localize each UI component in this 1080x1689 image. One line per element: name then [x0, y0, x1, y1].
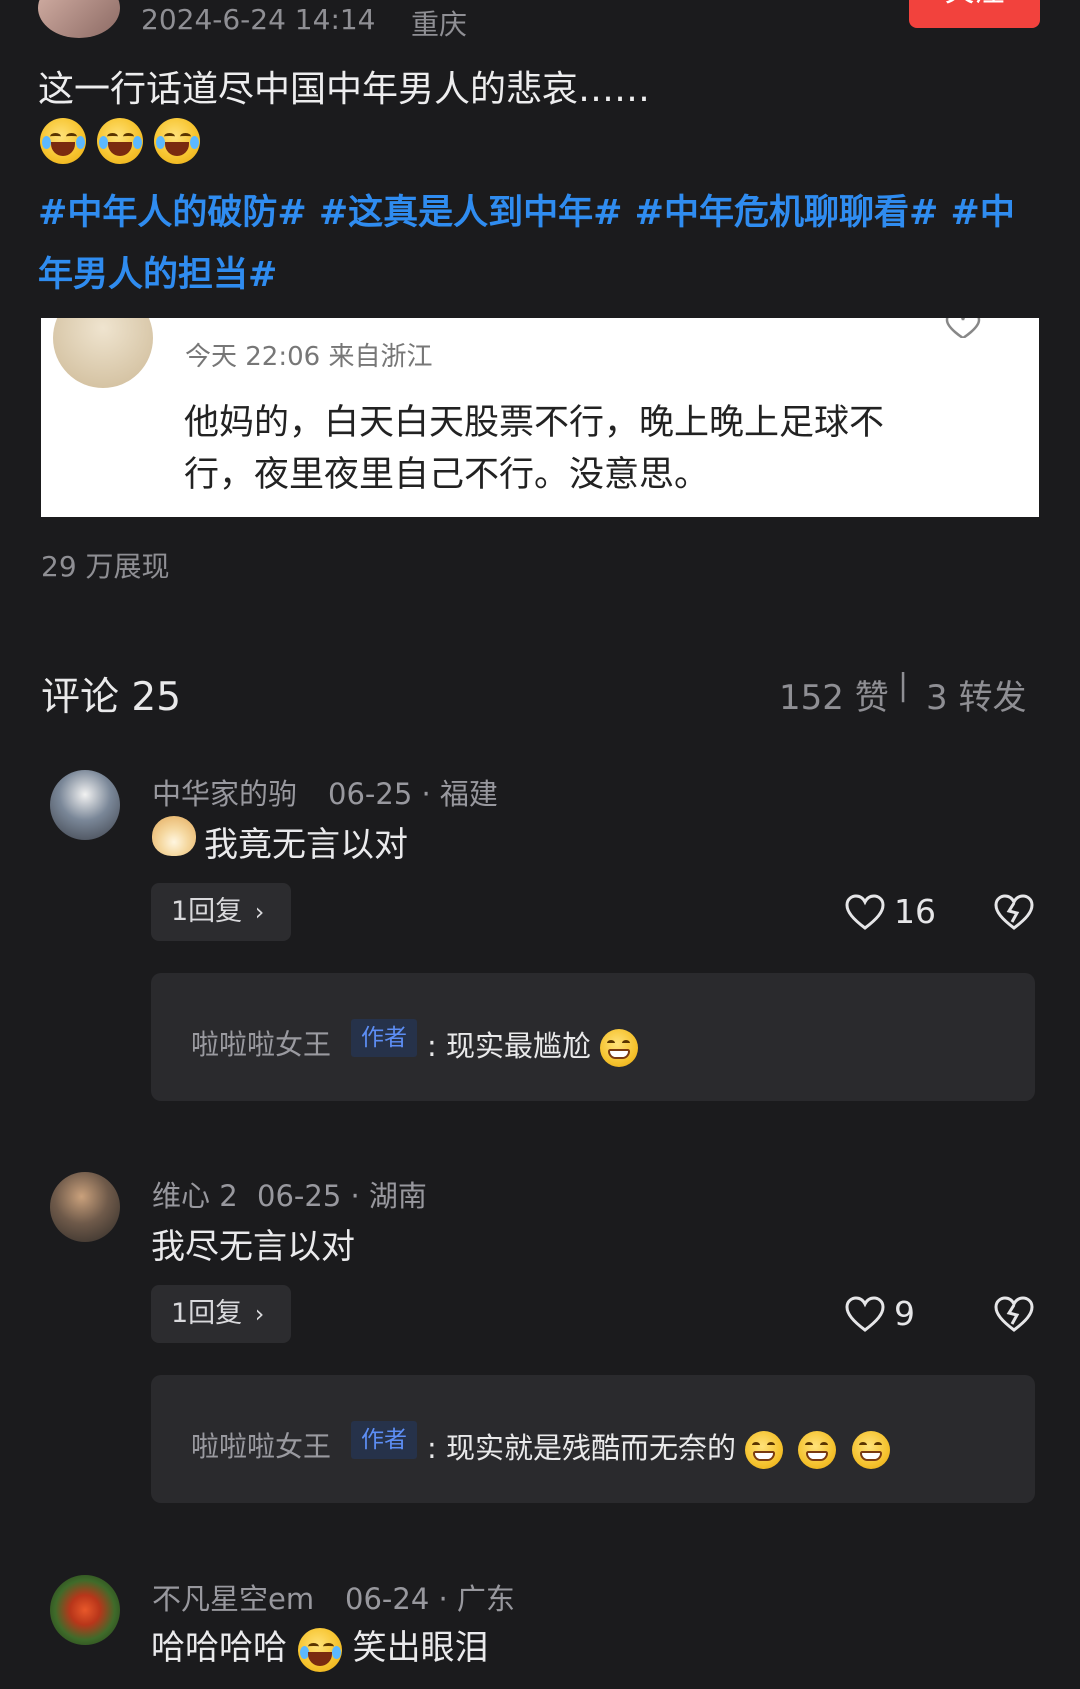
post-location: 重庆 [411, 8, 468, 41]
comment-meta: 06-25 · 福建 [328, 777, 498, 811]
reply-card[interactable]: 啦啦啦女王 作者 : 现实就是残酷而无奈的 [151, 1375, 1035, 1503]
view-replies-button[interactable]: 1回复 › [151, 883, 291, 941]
reply-text-content: : 现实最尴尬 [427, 1029, 591, 1063]
comment-text: 我尽无言以对 [151, 1227, 355, 1267]
follow-button[interactable]: 关注 [909, 0, 1040, 28]
laugh-cry-emoji-icon [40, 118, 86, 164]
post-timestamp: 2024-6-24 14:14 [141, 3, 376, 36]
reply-text-content: : 现实就是残酷而无奈的 [427, 1431, 736, 1465]
likes-total: 152 赞 [779, 678, 889, 718]
impressions-count: 29 万展现 [41, 550, 170, 583]
embedded-line-1: 他妈的，白天白天股票不行，晚上晚上足球不 [184, 403, 885, 443]
commenter-name[interactable]: 维心 2 [152, 1173, 238, 1215]
commenter-avatar[interactable] [50, 1172, 120, 1242]
shares-total[interactable]: 3 转发 [926, 670, 1026, 719]
comment-text: 哈哈哈哈 笑出眼泪 [151, 1620, 489, 1672]
grin-emoji-icon [600, 1029, 639, 1067]
view-replies-button[interactable]: 1回复 › [151, 1285, 291, 1343]
like-count: 9 [894, 1294, 915, 1333]
replies-count: 1回复 [171, 1298, 243, 1329]
reply-card[interactable]: 啦啦啦女王 作者 : 现实最尴尬 [151, 973, 1035, 1101]
laugh-cry-emoji-icon [297, 1627, 342, 1672]
chevron-right-icon: › [254, 1300, 265, 1328]
header-separator: | [898, 668, 909, 703]
embedded-heart-icon [945, 318, 981, 338]
embedded-meta: 今天 22:06 来自浙江 [185, 342, 433, 372]
reply-user[interactable]: 啦啦啦女王 [191, 1425, 331, 1465]
replies-count: 1回复 [171, 896, 243, 927]
embedded-line-2: 行，夜里夜里自己不行。没意思。 [184, 455, 710, 495]
comment-text-part-1: 哈哈哈哈 [151, 1628, 287, 1668]
laugh-cry-emoji-icon [97, 118, 144, 164]
embedded-avatar [53, 318, 153, 388]
commenter-name[interactable]: 中华家的驹 [152, 771, 297, 813]
reply-user[interactable]: 啦啦啦女王 [191, 1023, 331, 1063]
broken-heart-icon[interactable] [994, 1296, 1034, 1332]
embedded-screenshot[interactable]: 今天 22:06 来自浙江 他妈的，白天白天股票不行，晚上晚上足球不 行，夜里夜… [41, 318, 1039, 517]
grin-emoji-icon [745, 1431, 784, 1469]
comment-meta: 06-25 · 湖南 [257, 1179, 427, 1213]
comments-title: 评论 25 [41, 675, 182, 720]
reply-text: : 现实最尴尬 [427, 1023, 639, 1067]
author-badge: 作者 [351, 1421, 417, 1459]
follow-label: 关注 [945, 0, 1005, 9]
post-emojis [40, 118, 201, 168]
doge-emoji-icon [152, 816, 196, 856]
author-badge: 作者 [351, 1019, 417, 1057]
like-count: 16 [894, 892, 936, 931]
comment-meta: 06-24 · 广东 [345, 1582, 515, 1616]
heart-icon[interactable] [845, 1296, 885, 1332]
chevron-right-icon: › [254, 898, 265, 926]
comment-text: 我竟无言以对 [204, 825, 408, 865]
commenter-avatar[interactable] [50, 1575, 120, 1645]
grin-emoji-icon [798, 1431, 837, 1469]
heart-icon[interactable] [845, 894, 885, 930]
hashtags-line-1[interactable]: #中年人的破防# #这真是人到中年# #中年危机聊聊看# #中 [38, 184, 1015, 235]
laugh-cry-emoji-icon [154, 118, 201, 164]
comment-text-part-2: 笑出眼泪 [352, 1628, 489, 1668]
broken-heart-icon[interactable] [994, 894, 1034, 930]
poster-avatar[interactable] [38, 0, 120, 38]
commenter-name[interactable]: 不凡星空em [152, 1576, 314, 1618]
grin-emoji-icon [851, 1431, 890, 1469]
reply-text: : 现实就是残酷而无奈的 [427, 1425, 890, 1469]
post-text: 这一行话道尽中国中年男人的悲哀…… [38, 69, 651, 110]
hashtags-line-2[interactable]: 年男人的担当# [38, 246, 277, 297]
commenter-avatar[interactable] [50, 770, 120, 840]
